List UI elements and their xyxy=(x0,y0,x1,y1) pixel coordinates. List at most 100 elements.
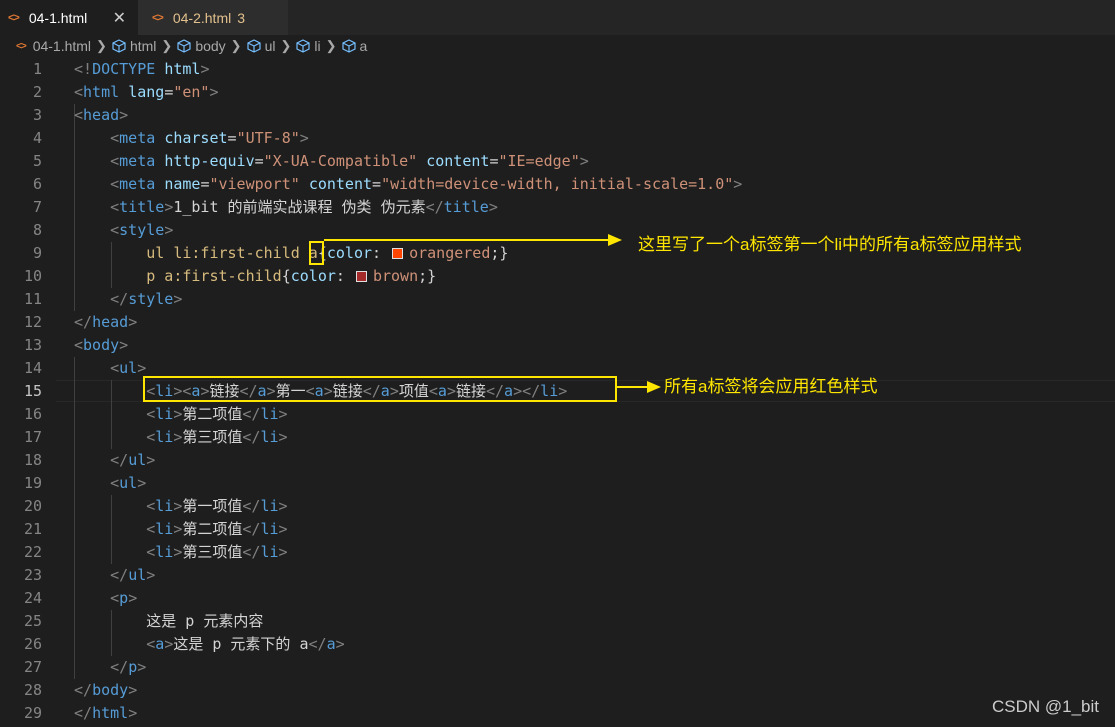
line-number: 29 xyxy=(23,704,42,722)
code-line[interactable]: 5 <meta http-equiv="X-UA-Compatible" con… xyxy=(0,150,1115,173)
code-text[interactable]: <ul> xyxy=(74,472,146,495)
code-line[interactable]: 4 <meta charset="UTF-8"> xyxy=(0,127,1115,150)
tab-04-2-html[interactable]: <> 04-2.html 3 xyxy=(138,0,288,35)
line-number: 20 xyxy=(23,497,42,515)
line-number: 2 xyxy=(32,83,42,101)
code-text[interactable]: </p> xyxy=(74,656,146,679)
line-number: 8 xyxy=(32,221,42,239)
code-line[interactable]: 29 </html> xyxy=(0,702,1115,725)
html-file-icon: <> xyxy=(152,11,164,24)
code-text[interactable]: </html> xyxy=(74,702,137,725)
line-number: 15 xyxy=(23,382,42,400)
html-file-icon: <> xyxy=(8,12,20,24)
breadcrumb-item-a[interactable]: a xyxy=(341,38,367,54)
code-text[interactable]: </body> xyxy=(74,679,137,702)
code-line[interactable]: 11 </style> xyxy=(0,288,1115,311)
code-line[interactable]: 2 <html lang="en"> xyxy=(0,81,1115,104)
line-number: 9 xyxy=(32,244,42,262)
code-text[interactable]: 这是 p 元素内容 xyxy=(74,610,263,633)
code-text[interactable]: <title>1_bit 的前端实战课程 伪类 伪元素</title> xyxy=(74,196,498,219)
line-number: 24 xyxy=(23,589,42,607)
line-number: 23 xyxy=(23,566,42,584)
code-line[interactable]: 16 <li>第二项值</li> xyxy=(0,403,1115,426)
code-text[interactable]: <meta name="viewport" content="width=dev… xyxy=(74,173,742,196)
code-line[interactable]: 1 <!DOCTYPE html> xyxy=(0,58,1115,81)
code-line[interactable]: 28 </body> xyxy=(0,679,1115,702)
tab-label: 04-2.html xyxy=(172,9,232,26)
breadcrumb-item-file[interactable]: <> 04-1.html xyxy=(16,38,91,54)
line-number: 26 xyxy=(23,635,42,653)
code-line[interactable]: 22 <li>第三项值</li> xyxy=(0,541,1115,564)
code-text[interactable]: </ul> xyxy=(74,449,155,472)
code-text[interactable]: <style> xyxy=(74,219,173,242)
code-line[interactable]: 10 p a:first-child{color: brown;} xyxy=(0,265,1115,288)
code-text[interactable]: <p> xyxy=(74,587,137,610)
code-text[interactable]: <body> xyxy=(74,334,128,357)
breadcrumb-item-html[interactable]: html xyxy=(112,38,156,54)
code-text[interactable]: <html lang="en"> xyxy=(74,81,219,104)
close-icon[interactable]: ✕ xyxy=(113,8,126,28)
tab-bar: <> 04-1.html ✕ <> 04-2.html 3 xyxy=(0,0,1115,35)
code-text[interactable]: <li>第三项值</li> xyxy=(74,426,287,449)
code-text[interactable]: <li>第一项值</li> xyxy=(74,495,287,518)
line-number: 11 xyxy=(23,290,42,308)
code-line[interactable]: 19 <ul> xyxy=(0,472,1115,495)
problems-count-badge: 3 xyxy=(237,9,246,26)
breadcrumb: <> 04-1.html ❯ html ❯ body ❯ ul ❯ li ❯ a xyxy=(0,35,1115,57)
breadcrumb-item-li[interactable]: li xyxy=(296,38,321,54)
li-line-highlight-box xyxy=(143,376,617,402)
code-text[interactable]: </style> xyxy=(74,288,182,311)
code-line[interactable]: 23 </ul> xyxy=(0,564,1115,587)
breadcrumb-item-body[interactable]: body xyxy=(177,38,226,54)
code-line[interactable]: 12 </head> xyxy=(0,311,1115,334)
line-number: 18 xyxy=(23,451,42,469)
line-number: 21 xyxy=(23,520,42,538)
breadcrumb-item-ul[interactable]: ul xyxy=(246,38,275,54)
line-number: 22 xyxy=(23,543,42,561)
code-text[interactable]: <li>第二项值</li> xyxy=(74,518,287,541)
code-text[interactable]: <li>第二项值</li> xyxy=(74,403,287,426)
code-text[interactable]: <a>这是 p 元素下的 a</a> xyxy=(74,633,344,656)
code-line[interactable]: 24 <p> xyxy=(0,587,1115,610)
code-text[interactable]: </head> xyxy=(74,311,137,334)
tab-04-1-html[interactable]: <> 04-1.html ✕ xyxy=(0,0,138,35)
code-text[interactable]: <li>第三项值</li> xyxy=(74,541,287,564)
code-line[interactable]: 21 <li>第二项值</li> xyxy=(0,518,1115,541)
code-text[interactable]: <!DOCTYPE html> xyxy=(74,58,209,81)
code-text[interactable]: <meta http-equiv="X-UA-Compatible" conte… xyxy=(74,150,589,173)
arrow-right-icon xyxy=(324,234,622,246)
line-number: 17 xyxy=(23,428,42,446)
chevron-right-icon: ❯ xyxy=(96,38,107,53)
line-number: 6 xyxy=(32,175,42,193)
code-text[interactable]: </ul> xyxy=(74,564,155,587)
tab-label: 04-1.html xyxy=(28,10,88,26)
line-number: 5 xyxy=(32,152,42,170)
code-text[interactable]: <meta charset="UTF-8"> xyxy=(74,127,309,150)
line-number: 13 xyxy=(23,336,42,354)
line-number: 4 xyxy=(32,129,42,147)
code-line[interactable]: 26 <a>这是 p 元素下的 a</a> xyxy=(0,633,1115,656)
code-line[interactable]: 20 <li>第一项值</li> xyxy=(0,495,1115,518)
line-number: 12 xyxy=(23,313,42,331)
code-text[interactable]: p a:first-child{color: brown;} xyxy=(74,265,436,288)
line-number: 28 xyxy=(23,681,42,699)
code-line[interactable]: 3 <head> xyxy=(0,104,1115,127)
code-line[interactable]: 27 </p> xyxy=(0,656,1115,679)
element-cube-icon xyxy=(341,39,356,53)
line-number: 25 xyxy=(23,612,42,630)
element-cube-icon xyxy=(296,39,310,53)
line-number: 14 xyxy=(23,359,42,377)
chevron-right-icon: ❯ xyxy=(325,38,337,53)
line-number: 7 xyxy=(32,198,42,216)
chevron-right-icon: ❯ xyxy=(230,38,242,53)
code-line[interactable]: 17 <li>第三项值</li> xyxy=(0,426,1115,449)
code-line[interactable]: 13 <body> xyxy=(0,334,1115,357)
code-text[interactable]: <ul> xyxy=(74,357,146,380)
code-line[interactable]: 6 <meta name="viewport" content="width=d… xyxy=(0,173,1115,196)
arrow-right-icon xyxy=(617,381,661,393)
code-line[interactable]: 18 </ul> xyxy=(0,449,1115,472)
code-text[interactable]: <head> xyxy=(74,104,128,127)
code-line[interactable]: 7 <title>1_bit 的前端实战课程 伪类 伪元素</title> xyxy=(0,196,1115,219)
code-line[interactable]: 25 这是 p 元素内容 xyxy=(0,610,1115,633)
html-file-icon: <> xyxy=(16,40,27,52)
